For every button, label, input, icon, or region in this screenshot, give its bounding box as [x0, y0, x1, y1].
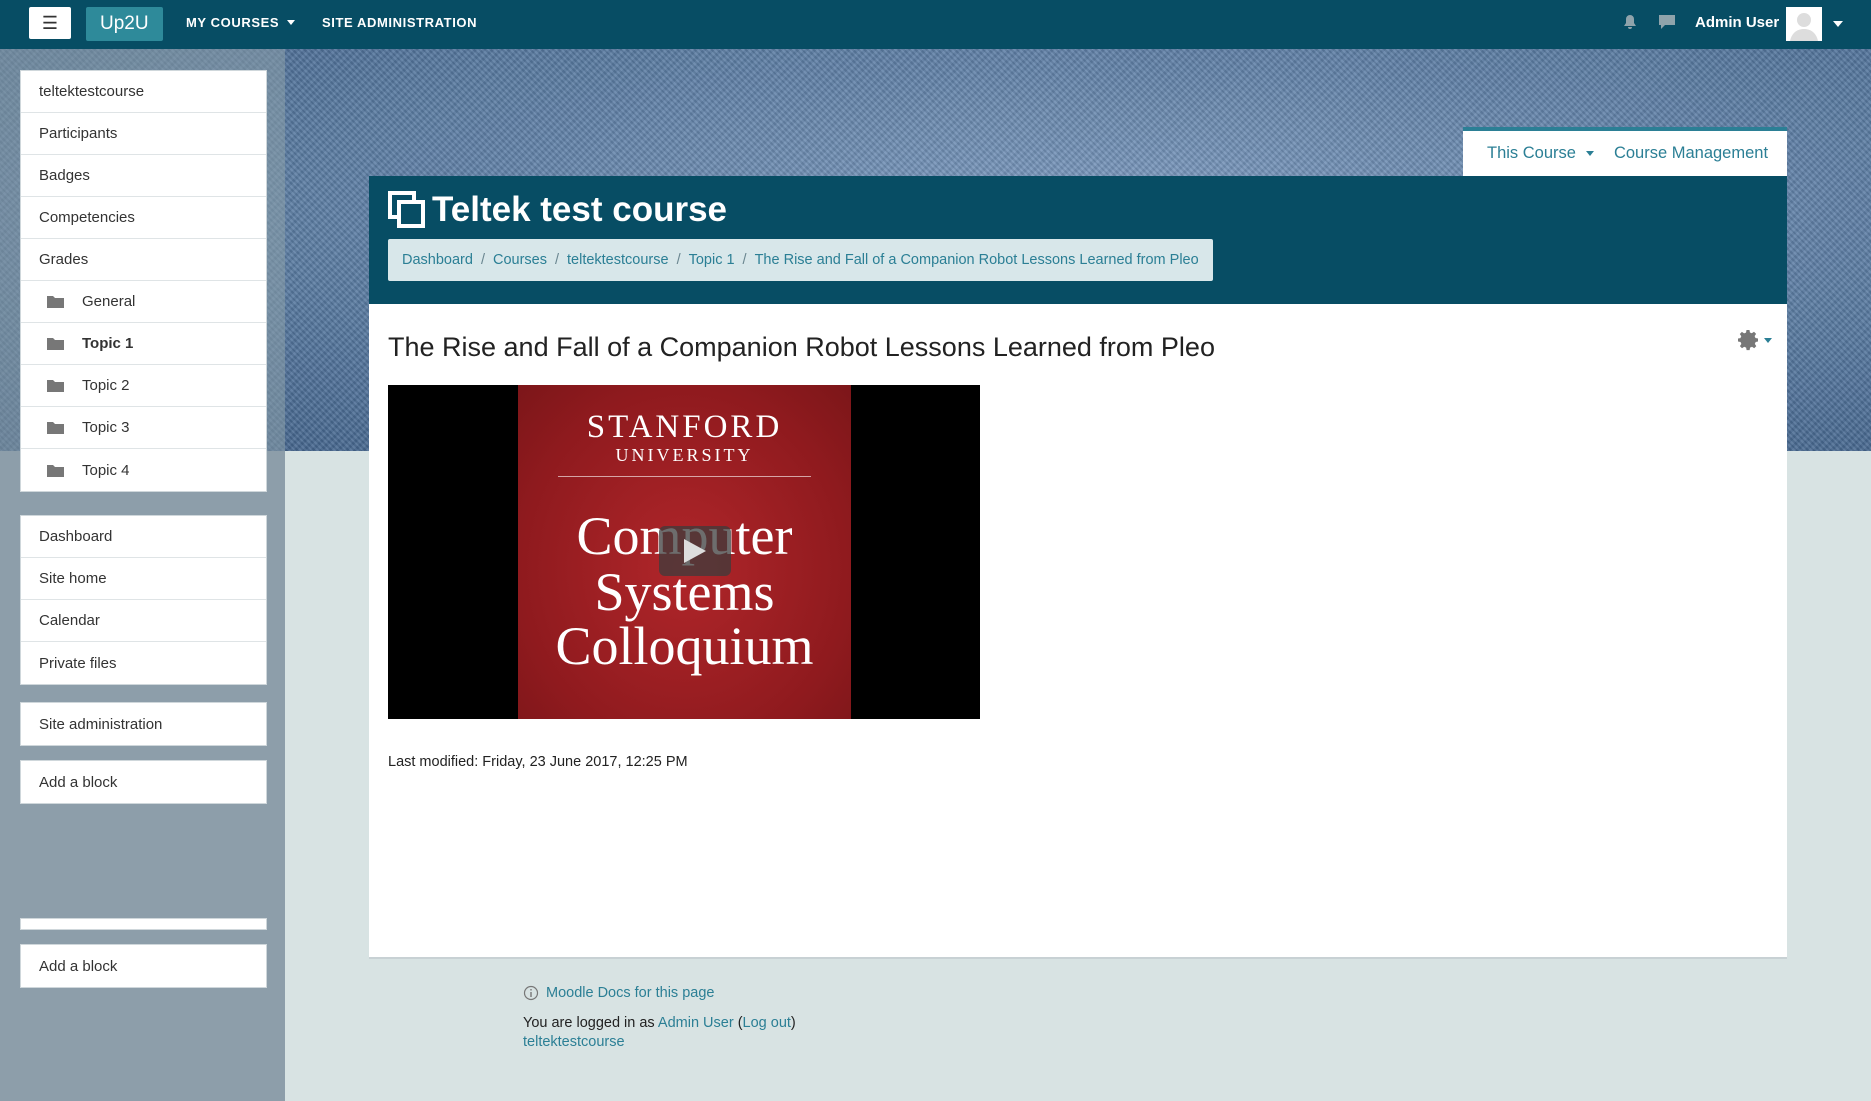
caret-down-icon — [287, 19, 296, 25]
breadcrumb-separator: / — [480, 252, 485, 268]
add-block-button-1[interactable]: Add a block — [21, 761, 266, 803]
drawer-toggle-button[interactable]: ☰ — [29, 7, 71, 39]
moodle-docs-link[interactable]: Moodle Docs for this page — [546, 985, 714, 1001]
folder-icon — [47, 295, 64, 308]
nav-drawer: teltektestcourse Participants Badges Com… — [0, 49, 285, 1101]
nav-item-site-administration[interactable]: Site administration — [21, 703, 266, 745]
poster-line-5: Colloquium — [555, 616, 814, 676]
footer-course-link[interactable]: teltektestcourse — [523, 1034, 625, 1050]
main-content: The Rise and Fall of a Companion Robot L… — [369, 304, 1787, 959]
add-block-button-2[interactable]: Add a block — [21, 945, 266, 987]
top-navbar: ☰ Up2U MY COURSES SITE ADMINISTRATION Ad… — [0, 0, 1871, 49]
footer-course-row: teltektestcourse — [523, 1034, 796, 1050]
site-admin-block: Site administration — [20, 702, 267, 746]
nav-item-badges[interactable]: Badges — [21, 155, 266, 197]
breadcrumb-separator: / — [554, 252, 559, 268]
site-administration-link[interactable]: SITE ADMINISTRATION — [322, 0, 477, 44]
nav-item-dashboard[interactable]: Dashboard — [21, 516, 266, 558]
nav-item-section-topic-2[interactable]: Topic 2 — [21, 365, 266, 407]
breadcrumb-separator: / — [676, 252, 681, 268]
nav-item-competencies[interactable]: Competencies — [21, 197, 266, 239]
nav-item-course[interactable]: teltektestcourse — [21, 71, 266, 113]
play-icon — [684, 539, 706, 563]
my-courses-label: MY COURSES — [186, 14, 280, 30]
nav-item-section-topic-4[interactable]: Topic 4 — [21, 449, 266, 491]
course-tabs: This Course Course Management — [1463, 127, 1787, 176]
user-name[interactable]: Admin User — [1695, 0, 1779, 44]
tab-this-course[interactable]: This Course — [1487, 144, 1594, 163]
user-menu-caret-icon[interactable] — [1833, 21, 1843, 27]
nav-item-participants[interactable]: Participants — [21, 113, 266, 155]
my-courses-menu[interactable]: MY COURSES — [186, 0, 296, 44]
folder-icon — [47, 464, 64, 477]
breadcrumb-activity[interactable]: The Rise and Fall of a Companion Robot L… — [755, 252, 1199, 268]
course-copy-icon — [388, 191, 426, 229]
page-footer: Moodle Docs for this page You are logged… — [523, 985, 796, 1050]
page-title: Teltek test course — [432, 190, 728, 229]
poster-line-1: STANFORD — [586, 409, 783, 445]
messages-icon[interactable] — [1658, 14, 1676, 30]
poster-divider — [558, 476, 811, 477]
tab-label: This Course — [1487, 144, 1576, 162]
site-brand[interactable]: Up2U — [86, 7, 163, 41]
add-block-panel-1: Add a block — [20, 760, 267, 804]
actions-menu[interactable] — [1737, 328, 1772, 352]
nav-item-site-home[interactable]: Site home — [21, 558, 266, 600]
nav-item-section-topic-1[interactable]: Topic 1 — [21, 323, 266, 365]
caret-down-icon — [1764, 337, 1772, 343]
section-label: Topic 2 — [82, 377, 130, 394]
section-label: Topic 1 — [82, 335, 134, 352]
nav-item-section-general[interactable]: General — [21, 281, 266, 323]
folder-icon — [47, 337, 64, 350]
activity-heading: The Rise and Fall of a Companion Robot L… — [388, 332, 1215, 362]
section-label: Topic 3 — [82, 419, 130, 436]
login-info: You are logged in as Admin User (Log out… — [523, 1015, 796, 1031]
breadcrumb-courses[interactable]: Courses — [493, 252, 547, 268]
breadcrumb-topic[interactable]: Topic 1 — [689, 252, 735, 268]
nav-item-grades[interactable]: Grades — [21, 239, 266, 281]
empty-block — [20, 918, 267, 930]
folder-icon — [47, 421, 64, 434]
poster-line-2: UNIVERSITY — [615, 445, 754, 465]
breadcrumb-course[interactable]: teltektestcourse — [567, 252, 669, 268]
breadcrumb-dashboard[interactable]: Dashboard — [402, 252, 473, 268]
logout-link[interactable]: Log out — [743, 1015, 791, 1031]
video-player[interactable]: STANFORD UNIVERSITY Computer Systems Col… — [388, 385, 980, 719]
docs-row: Moodle Docs for this page — [523, 985, 796, 1001]
info-icon — [523, 985, 539, 1001]
notifications-icon[interactable] — [1622, 14, 1640, 30]
nav-item-private-files[interactable]: Private files — [21, 642, 266, 684]
breadcrumb: Dashboard / Courses / teltektestcourse /… — [388, 239, 1213, 281]
nav-item-section-topic-3[interactable]: Topic 3 — [21, 407, 266, 449]
breadcrumb-separator: / — [742, 252, 747, 268]
course-navigation-block: teltektestcourse Participants Badges Com… — [20, 70, 267, 492]
course-header: Teltek test course Dashboard / Courses /… — [369, 176, 1787, 304]
login-info-prefix: You are logged in as — [523, 1015, 658, 1031]
play-button[interactable] — [659, 526, 731, 576]
nav-item-calendar[interactable]: Calendar — [21, 600, 266, 642]
last-modified: Last modified: Friday, 23 June 2017, 12:… — [388, 754, 688, 770]
tab-course-management[interactable]: Course Management — [1614, 144, 1768, 163]
gear-icon — [1737, 328, 1761, 352]
user-avatar[interactable] — [1786, 7, 1822, 41]
add-block-panel-2: Add a block — [20, 944, 267, 988]
section-label: Topic 4 — [82, 461, 130, 479]
hamburger-icon: ☰ — [41, 12, 59, 33]
folder-icon — [47, 379, 64, 392]
caret-down-icon — [1585, 151, 1594, 156]
site-navigation-block: Dashboard Site home Calendar Private fil… — [20, 515, 267, 685]
section-label: General — [82, 293, 136, 310]
user-profile-link[interactable]: Admin User — [658, 1015, 734, 1031]
course-title-row: Teltek test course — [388, 190, 727, 230]
